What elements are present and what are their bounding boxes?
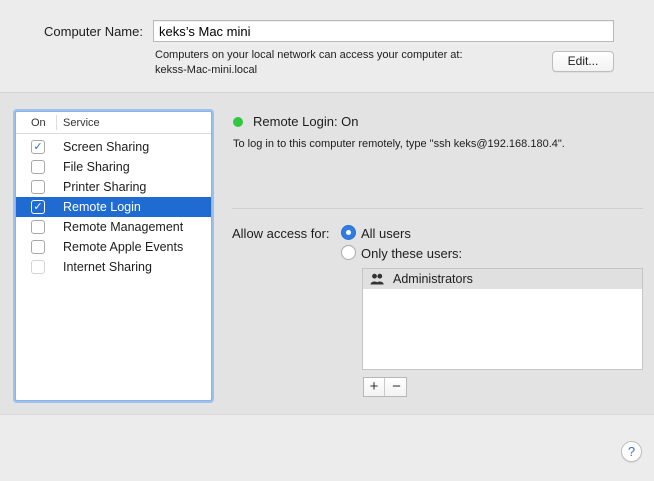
only-these-users-radio[interactable] <box>341 245 356 260</box>
add-user-button[interactable]: + <box>364 378 385 396</box>
service-label: Internet Sharing <box>63 260 152 274</box>
column-header-on[interactable]: On <box>31 117 46 129</box>
service-checkbox[interactable] <box>31 180 45 194</box>
service-label: Printer Sharing <box>63 180 147 194</box>
service-checkbox <box>31 260 45 274</box>
service-checkbox[interactable]: ✓ <box>31 200 45 214</box>
service-label: Remote Login <box>63 200 141 214</box>
edit-button[interactable]: Edit... <box>552 51 614 72</box>
service-list[interactable]: On Service ✓ Screen Sharing File Sharing Pr… <box>15 111 212 401</box>
service-item-internet-sharing[interactable]: Internet Sharing <box>16 257 211 277</box>
login-hint: To log in to this computer remotely, typ… <box>233 138 565 150</box>
service-item-remote-login[interactable]: ✓ Remote Login <box>16 197 211 217</box>
column-header-service[interactable]: Service <box>63 117 100 129</box>
computer-name-field[interactable] <box>153 20 614 42</box>
add-remove-control: + − <box>363 377 407 397</box>
all-users-radio[interactable] <box>341 225 356 240</box>
status-text: Remote Login: On <box>253 114 359 129</box>
remove-user-button[interactable]: − <box>386 378 407 396</box>
list-item[interactable]: Administrators <box>363 269 642 289</box>
divider <box>0 414 654 415</box>
local-hostname: kekss-Mac-mini.local <box>155 64 258 76</box>
computer-name-label: Computer Name: <box>44 24 143 39</box>
help-button[interactable]: ? <box>621 441 642 462</box>
divider <box>232 208 643 209</box>
group-icon <box>370 273 384 285</box>
network-description-text: Computers on your local network can acce… <box>155 49 463 61</box>
column-separator <box>56 115 57 130</box>
network-address-description: Computers on your local network can acce… <box>155 48 463 78</box>
service-item-screen-sharing[interactable]: ✓ Screen Sharing <box>16 137 211 157</box>
service-label: File Sharing <box>63 160 130 174</box>
status-indicator-icon <box>233 117 243 127</box>
service-checkbox[interactable] <box>31 220 45 234</box>
service-item-printer-sharing[interactable]: Printer Sharing <box>16 177 211 197</box>
service-item-remote-management[interactable]: Remote Management <box>16 217 211 237</box>
service-list-header: On Service <box>16 112 211 134</box>
service-checkbox[interactable]: ✓ <box>31 140 45 154</box>
service-checkbox[interactable] <box>31 240 45 254</box>
user-name: Administrators <box>393 272 473 286</box>
all-users-label[interactable]: All users <box>361 226 411 241</box>
service-label: Remote Management <box>63 220 184 234</box>
service-checkbox[interactable] <box>31 160 45 174</box>
computer-name-section: Computer Name: Computers on your local n… <box>0 0 654 92</box>
service-label: Remote Apple Events <box>63 240 184 254</box>
service-item-remote-apple-events[interactable]: Remote Apple Events <box>16 237 211 257</box>
service-item-file-sharing[interactable]: File Sharing <box>16 157 211 177</box>
users-list[interactable]: Administrators <box>362 268 643 370</box>
allow-access-label: Allow access for: <box>232 226 330 241</box>
service-label: Screen Sharing <box>63 140 150 154</box>
only-these-users-label[interactable]: Only these users: <box>361 246 462 261</box>
